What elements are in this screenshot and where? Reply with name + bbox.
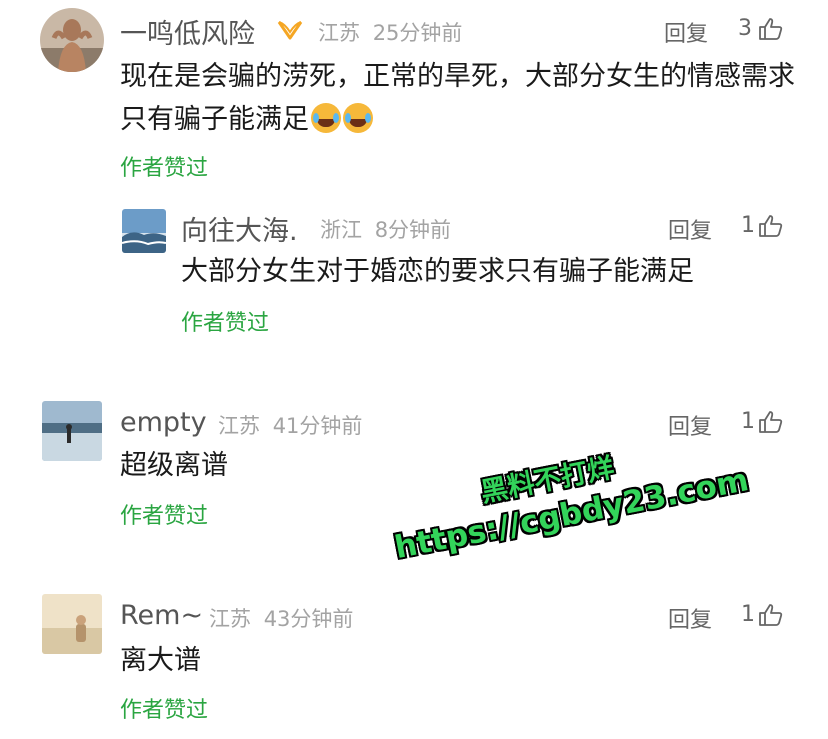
thumbs-up-icon[interactable] [758, 410, 784, 434]
thumbs-up-icon[interactable] [758, 214, 784, 238]
location: 江苏 [218, 414, 260, 438]
author-liked-label: 作者赞过 [181, 311, 270, 336]
thumbs-up-icon[interactable] [758, 603, 784, 627]
comment-item: 一鸣低风险 江苏 25分钟前 回复 3 现在是会骗的涝死，正常的旱死，大部分女生… [0, 0, 828, 190]
avatar[interactable] [40, 8, 104, 72]
reply-button[interactable]: 回复 [668, 602, 712, 634]
timestamp: 25分钟前 [372, 21, 463, 45]
comment-meta: 江苏 25分钟前 [318, 17, 462, 47]
like-count: 1 [741, 409, 755, 434]
location: 江苏 [209, 607, 251, 631]
comment-body: 大部分女生对于婚恋的要求只有骗子能满足 [181, 256, 694, 287]
like-count: 1 [741, 602, 755, 627]
location: 江苏 [318, 21, 360, 45]
comment-body: 超级离谱 [120, 450, 228, 481]
avatar[interactable] [42, 594, 102, 654]
timestamp: 41分钟前 [272, 414, 363, 438]
username[interactable]: Rem~ [120, 600, 203, 631]
vip-badge-icon [277, 18, 303, 42]
avatar[interactable] [122, 209, 166, 253]
like-count: 1 [741, 213, 755, 238]
comment-meta: 江苏 43分钟前 [209, 603, 353, 633]
author-liked-label: 作者赞过 [120, 504, 209, 529]
author-liked-label: 作者赞过 [120, 698, 209, 723]
crying-laughing-emoji [311, 103, 341, 133]
avatar[interactable] [42, 401, 102, 461]
location: 浙江 [320, 218, 362, 242]
timestamp: 43分钟前 [263, 607, 354, 631]
comment-body: 离大谱 [120, 645, 201, 676]
reply-item: 向往大海. 浙江 8分钟前 回复 1 大部分女生对于婚恋的要求只有骗子能满足 作… [0, 195, 828, 345]
username[interactable]: 向往大海. [181, 209, 298, 248]
reply-button[interactable]: 回复 [668, 213, 712, 245]
like-count: 3 [738, 16, 752, 41]
comment-text: 现在是会骗的涝死，正常的旱死，大部分女生的情感需求只有骗子能满足 [120, 61, 795, 135]
reply-button[interactable]: 回复 [664, 16, 708, 48]
author-liked-label: 作者赞过 [120, 156, 209, 181]
timestamp: 8分钟前 [374, 218, 452, 242]
username[interactable]: 一鸣低风险 [120, 12, 255, 51]
crying-laughing-emoji [343, 103, 373, 133]
comment-item: Rem~ 江苏 43分钟前 回复 1 离大谱 作者赞过 [0, 590, 828, 739]
comment-body: 现在是会骗的涝死，正常的旱死，大部分女生的情感需求只有骗子能满足 [120, 55, 800, 141]
comment-meta: 浙江 8分钟前 [320, 214, 451, 244]
comment-meta: 江苏 41分钟前 [218, 410, 362, 440]
thumbs-up-icon[interactable] [758, 17, 784, 41]
username[interactable]: empty [120, 407, 207, 438]
